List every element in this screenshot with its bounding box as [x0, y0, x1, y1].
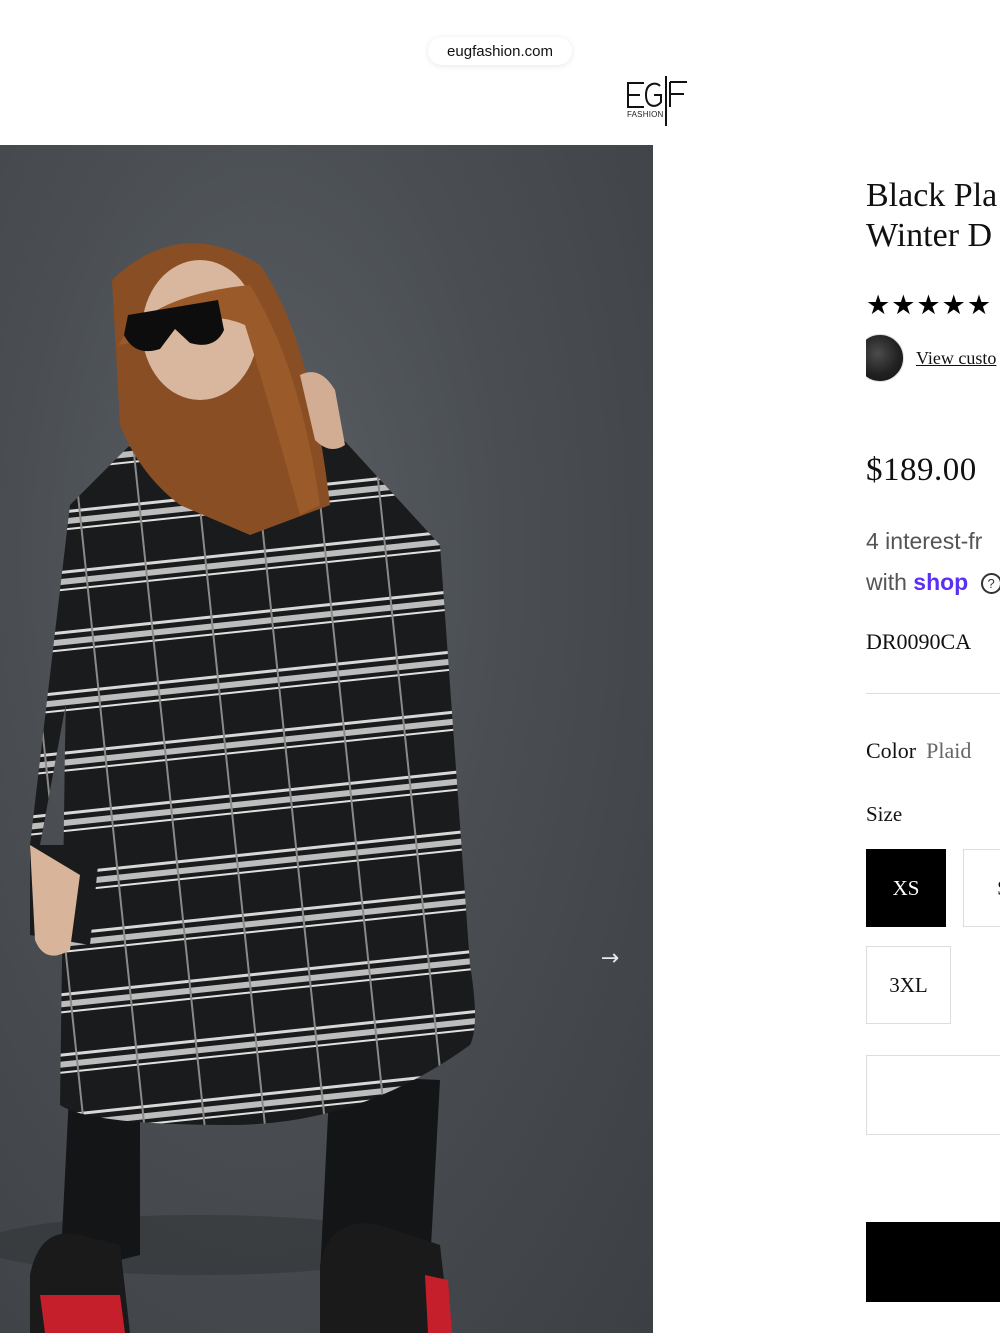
gallery-next-button[interactable]: → [596, 947, 624, 971]
size-label: Size [866, 802, 903, 826]
product-sku: DR0090CA [866, 629, 972, 654]
installments-provider-row: with shop ? [866, 562, 1000, 603]
product-photo [0, 243, 475, 1333]
view-customer-photos-link[interactable]: View custo [916, 348, 996, 369]
rating-stars[interactable]: ★★★★★ [866, 290, 992, 321]
logo-mark-icon [627, 76, 687, 126]
product-price: $189.00 [866, 452, 977, 488]
customer-reviews-row[interactable]: View custo [866, 334, 996, 382]
quantity-selector[interactable] [866, 1055, 1000, 1135]
product-title: Black Pla Winter D [866, 176, 1000, 256]
installments-prefix: with [866, 569, 907, 595]
product-title-line-2: Winter D [866, 217, 993, 254]
address-bar[interactable]: eugfashion.com [428, 37, 572, 65]
color-value: Plaid [926, 738, 972, 763]
color-option: Color Plaid [866, 738, 971, 764]
installments-info: 4 interest-fr with shop ? [866, 521, 1000, 603]
review-avatar [866, 334, 904, 382]
product-info-panel: Black Pla Winter D ★★★★★ View custo $189… [866, 0, 1000, 1333]
installments-text: 4 interest-fr [866, 528, 983, 554]
size-option-label: 3XL [889, 972, 928, 997]
add-to-cart-button[interactable] [866, 1222, 1000, 1302]
color-label: Color [866, 738, 917, 763]
url-text: eugfashion.com [447, 42, 553, 60]
divider [866, 693, 1000, 694]
size-option-3xl[interactable]: 3XL [866, 946, 951, 1024]
brand-logo[interactable]: FASHION [624, 74, 690, 128]
size-option-label: XS [892, 875, 920, 900]
product-title-line-1: Black Pla [866, 177, 998, 214]
shop-pay-logo: shop [913, 569, 969, 595]
product-image-gallery[interactable]: → [0, 145, 653, 1333]
help-icon[interactable]: ? [980, 573, 1000, 595]
size-option-s[interactable]: S [963, 849, 1000, 927]
logo-subtitle: FASHION [627, 110, 664, 119]
arrow-right-icon: → [600, 946, 620, 971]
size-option-xs[interactable]: XS [866, 849, 946, 927]
